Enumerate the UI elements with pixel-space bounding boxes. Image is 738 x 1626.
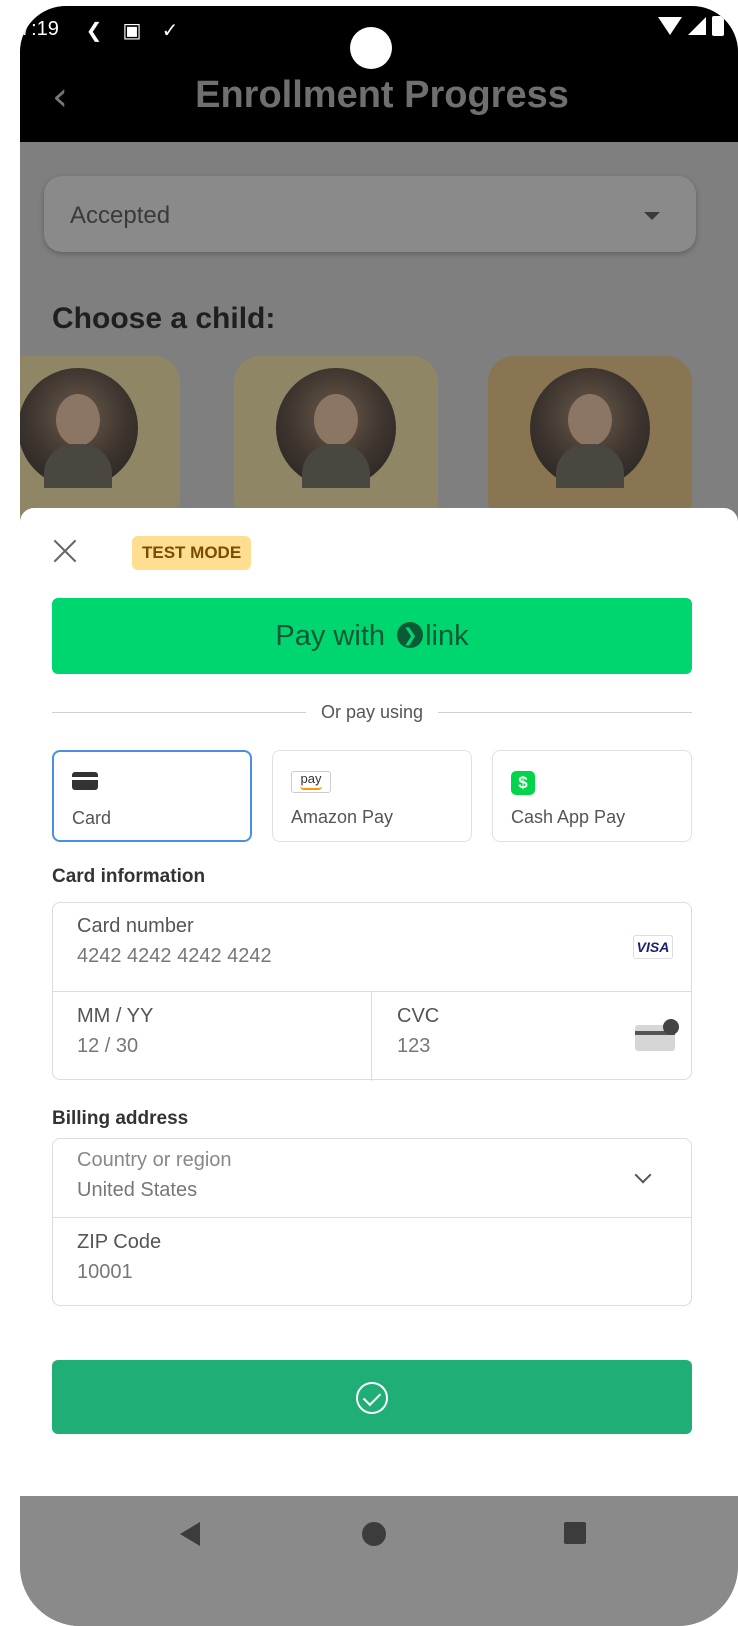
payment-sheet: TEST MODE Pay with ❯ link Or pay using Ca… xyxy=(20,508,738,1498)
field-divider xyxy=(53,991,691,992)
expiry-label: MM / YY xyxy=(77,1005,154,1027)
app-header: ‹ Enrollment Progress xyxy=(20,58,738,142)
expiry-field[interactable]: 12 / 30 xyxy=(77,1035,138,1058)
amazon-pay-icon-text: pay xyxy=(300,771,322,786)
wifi-icon xyxy=(658,17,682,35)
cvc-field[interactable]: 123 xyxy=(397,1035,430,1058)
cvc-label: CVC xyxy=(397,1005,440,1027)
payment-method-label: Card xyxy=(72,808,112,828)
field-divider xyxy=(53,1217,691,1218)
child-avatar xyxy=(530,368,650,488)
child-card[interactable] xyxy=(488,356,692,526)
payment-method-label: Cash App Pay xyxy=(511,807,626,827)
camera-cutout xyxy=(350,27,392,69)
card-icon xyxy=(72,772,98,790)
child-card[interactable] xyxy=(20,356,180,526)
card-number-label: Card number xyxy=(77,915,194,937)
payment-method-cash-app-pay[interactable]: $ Cash App Pay xyxy=(492,750,692,842)
close-icon[interactable] xyxy=(52,538,78,564)
zip-label: ZIP Code xyxy=(77,1231,162,1253)
status-system-icons xyxy=(658,16,724,36)
child-avatar xyxy=(276,368,396,488)
link-button-prefix: Pay with xyxy=(275,620,386,652)
download-icon: ✓ xyxy=(161,20,179,42)
caret-down-icon xyxy=(644,212,660,220)
zip-field[interactable]: 10001 xyxy=(77,1261,133,1284)
child-card[interactable] xyxy=(234,356,438,526)
child-avatar xyxy=(20,368,138,488)
nav-recents-icon[interactable] xyxy=(564,1522,586,1544)
choose-child-title: Choose a child: xyxy=(52,302,276,335)
page-title: Enrollment Progress xyxy=(195,74,569,116)
status-time: 7:19 xyxy=(20,18,59,40)
country-label: Country or region xyxy=(77,1149,232,1171)
signal-icon xyxy=(688,17,706,35)
battery-icon xyxy=(712,16,724,36)
payment-method-label: Amazon Pay xyxy=(291,807,394,827)
pay-with-link-button[interactable]: Pay with ❯ link xyxy=(52,598,692,674)
check-circle-icon xyxy=(356,1382,388,1414)
test-mode-badge: TEST MODE xyxy=(132,536,252,570)
billing-address-box: Country or region United States ZIP Code… xyxy=(52,1138,692,1306)
chevron-down-icon xyxy=(634,1166,652,1184)
country-value: United States xyxy=(77,1179,198,1201)
amazon-pay-icon: pay xyxy=(291,771,331,793)
payment-method-amazon-pay[interactable]: pay Amazon Pay xyxy=(272,750,472,842)
status-filter-dropdown[interactable]: Accepted xyxy=(44,176,696,252)
confirm-payment-button[interactable] xyxy=(52,1360,692,1434)
billing-address-label: Billing address xyxy=(52,1108,189,1129)
status-filter-value: Accepted xyxy=(70,202,171,229)
status-notification-icons: ❮ ▣ ✓ xyxy=(82,18,182,43)
card-number-field[interactable]: 4242 4242 4242 4242 xyxy=(77,945,272,968)
system-nav-bar xyxy=(20,1496,738,1626)
flutter-icon: ❮ xyxy=(85,20,103,42)
or-pay-using-divider: Or pay using xyxy=(52,700,692,724)
country-select[interactable]: Country or region United States xyxy=(53,1139,691,1217)
cash-app-icon: $ xyxy=(511,771,535,795)
field-divider xyxy=(371,991,372,1081)
card-information-label: Card information xyxy=(52,866,206,887)
visa-icon: VISA xyxy=(633,935,673,959)
link-button-brand: link xyxy=(425,620,469,652)
nav-home-icon[interactable] xyxy=(362,1522,386,1546)
card-information-box: Card number 4242 4242 4242 4242 VISA MM … xyxy=(52,902,692,1081)
phone-screen: 7:19 ❮ ▣ ✓ ‹ Enrollment Progress Accepte… xyxy=(20,6,738,1626)
payment-method-card[interactable]: Card xyxy=(52,750,252,842)
nav-back-icon[interactable] xyxy=(180,1522,200,1546)
cvc-card-icon xyxy=(635,1019,679,1051)
link-arrow-icon: ❯ xyxy=(397,622,424,649)
divider-line xyxy=(438,712,692,713)
app-a-icon: ▣ xyxy=(122,20,142,42)
